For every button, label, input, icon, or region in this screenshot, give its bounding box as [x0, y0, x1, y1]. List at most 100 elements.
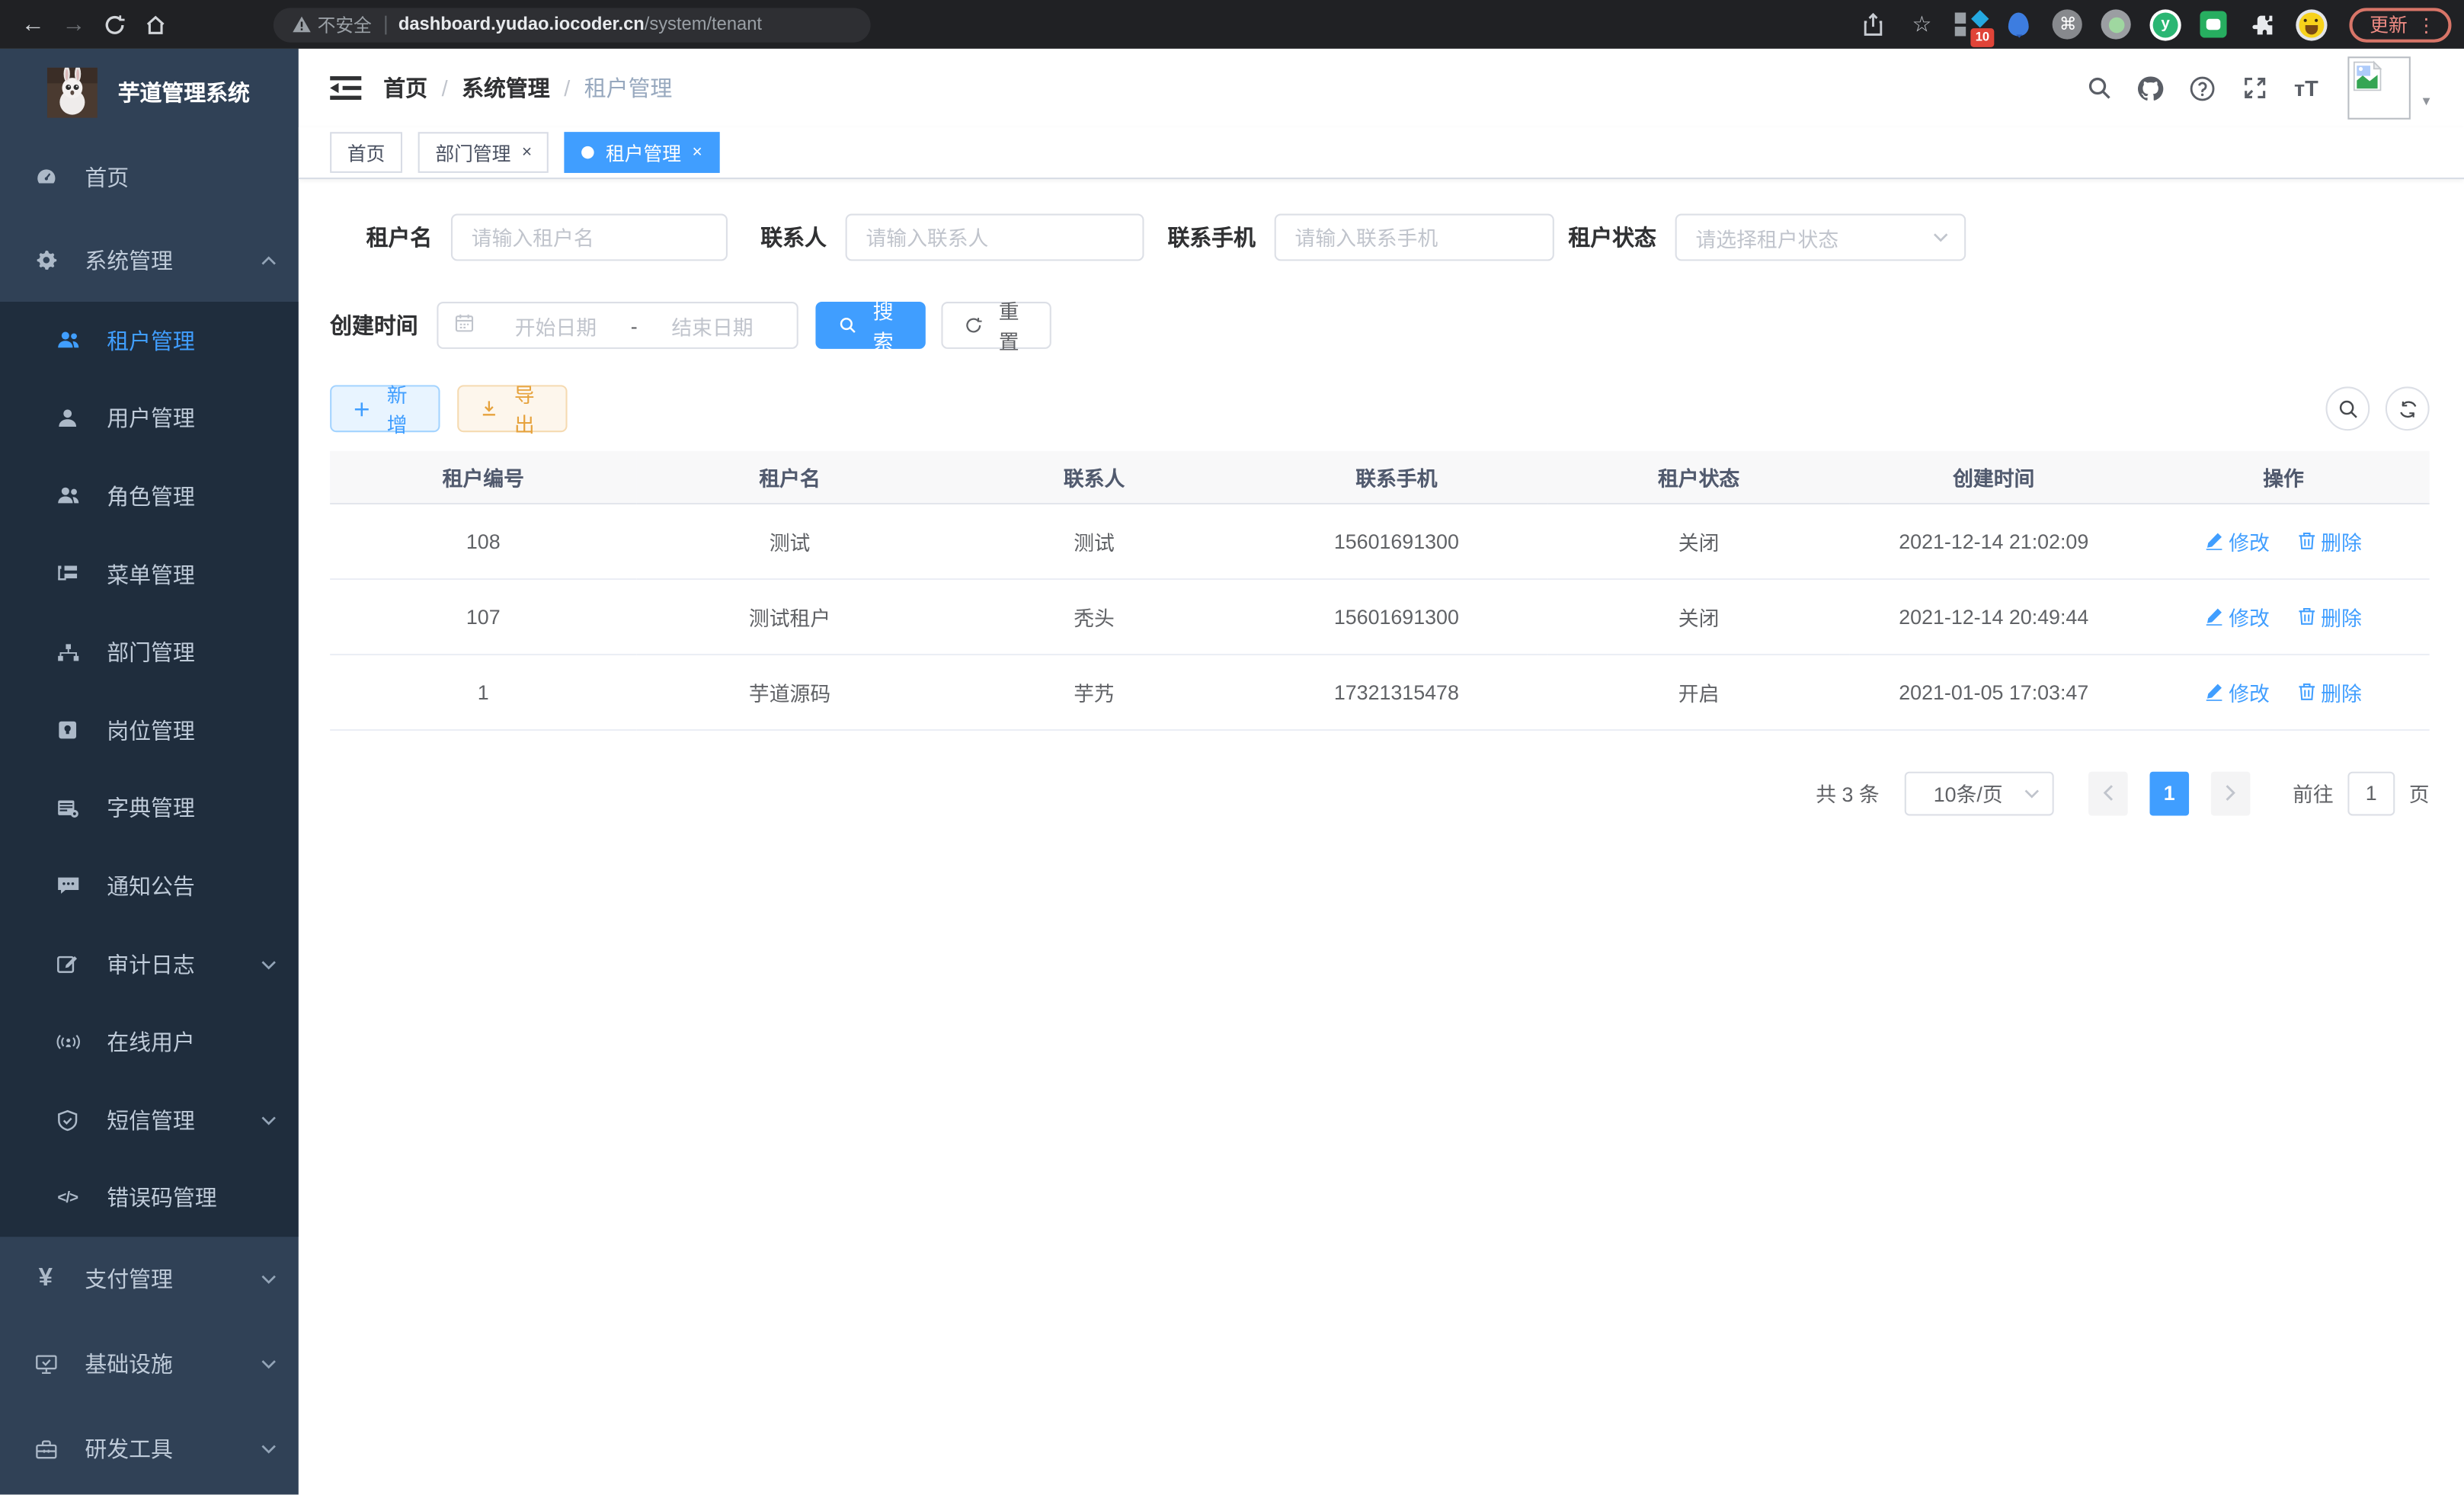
sidebar-item-devtools[interactable]: 研发工具 — [0, 1407, 299, 1491]
date-start-placeholder[interactable]: 开始日期 — [487, 310, 624, 340]
site-security[interactable]: 不安全 — [293, 11, 372, 37]
sidebar-item-dict[interactable]: 字典管理 — [0, 770, 299, 847]
tab-close-icon[interactable]: × — [692, 144, 702, 162]
goto-page-input[interactable] — [2347, 771, 2395, 815]
page-size-select[interactable]: 10条/页 — [1905, 771, 2054, 815]
tab-close-icon[interactable]: × — [522, 144, 532, 162]
status-select-placeholder: 请选择租户状态 — [1695, 222, 1838, 252]
sidebar-item-notice[interactable]: 通知公告 — [0, 847, 299, 925]
contact-input[interactable] — [846, 214, 1144, 261]
edit-link[interactable]: 修改 — [2205, 526, 2270, 555]
sidebar-item-audit-log[interactable]: 审计日志 — [0, 925, 299, 1003]
chevron-down-icon — [261, 1442, 277, 1458]
sidebar-item-pay[interactable]: ¥ 支付管理 — [0, 1237, 299, 1321]
reset-button[interactable]: 重置 — [941, 302, 1051, 349]
font-size-icon[interactable]: ᴛT — [2280, 68, 2332, 109]
next-page-button[interactable] — [2211, 771, 2251, 815]
log-edit-icon — [55, 954, 80, 975]
security-label: 不安全 — [318, 11, 372, 37]
browser-forward-icon[interactable]: → — [53, 4, 94, 45]
sidebar-item-infra[interactable]: 基础设施 — [0, 1322, 299, 1407]
pagination: 共 3 条 10条/页 1 前往 页 — [330, 771, 2430, 815]
sidebar-item-dept[interactable]: 部门管理 — [0, 613, 299, 691]
sidebar-item-online-user[interactable]: 在线用户 — [0, 1004, 299, 1081]
toggle-search-button[interactable] — [2326, 386, 2370, 431]
extension-balloon-icon[interactable] — [2002, 7, 2037, 41]
badge-icon — [55, 720, 80, 741]
magnifier-icon — [839, 316, 856, 335]
cell-tenant-id: 107 — [330, 578, 636, 654]
status-select[interactable]: 请选择租户状态 — [1675, 214, 1966, 261]
tab-tenant[interactable]: 租户管理 × — [565, 132, 719, 173]
caret-down-icon[interactable]: ▼ — [2420, 94, 2432, 108]
sidebar-item-tenant[interactable]: 租户管理 — [0, 302, 299, 379]
browser-back-icon[interactable]: ← — [13, 4, 54, 45]
extension-yuque-icon[interactable]: y — [2148, 7, 2182, 41]
refresh-table-button[interactable] — [2386, 386, 2430, 431]
sidebar-item-label: 角色管理 — [107, 481, 195, 512]
cell-tenant-id: 108 — [330, 503, 636, 578]
breadcrumb-section[interactable]: 系统管理 — [462, 72, 550, 104]
chevron-left-icon — [2103, 784, 2114, 802]
update-button[interactable]: 更新 ⋮ — [2349, 7, 2451, 41]
github-icon[interactable] — [2125, 68, 2177, 109]
calendar-icon — [454, 312, 475, 338]
org-chart-icon — [55, 642, 80, 663]
add-button[interactable]: 新增 — [330, 385, 440, 432]
mobile-input[interactable] — [1275, 214, 1554, 261]
app-logo[interactable]: 芋道管理系统 — [0, 49, 299, 135]
sidebar-item-user[interactable]: 用户管理 — [0, 379, 299, 457]
sidebar-item-errcode[interactable]: </> 错误码管理 — [0, 1159, 299, 1237]
share-icon[interactable] — [1856, 7, 1890, 41]
extension-command-icon[interactable]: ⌘ — [2051, 7, 2085, 41]
help-icon[interactable] — [2177, 68, 2229, 109]
sidebar-item-role[interactable]: 角色管理 — [0, 458, 299, 536]
tab-dept[interactable]: 部门管理 × — [418, 132, 549, 173]
fullscreen-icon[interactable] — [2229, 68, 2280, 109]
cell-contact: 测试 — [943, 503, 1246, 578]
tenant-name-input[interactable] — [451, 214, 728, 261]
bookmark-star-icon[interactable]: ☆ — [1905, 7, 1939, 41]
url-bar[interactable]: 不安全 dashboard.yudao.iocoder.cn/system/te… — [274, 7, 871, 41]
browser-toolbar: ← → 不安全 dashboard.yudao.iocoder.cn/syste… — [0, 0, 2464, 49]
mobile-label: 联系手机 — [1144, 222, 1275, 253]
sidebar-item-sms[interactable]: 短信管理 — [0, 1081, 299, 1159]
page-number-1[interactable]: 1 — [2149, 771, 2189, 815]
sidebar-item-menu[interactable]: 菜单管理 — [0, 536, 299, 613]
browser-menu-icon[interactable]: ⋮ — [2417, 14, 2436, 36]
table-header-row: 租户编号 租户名 联系人 联系手机 租户状态 创建时间 操作 — [330, 451, 2430, 503]
export-button[interactable]: 导出 — [457, 385, 567, 432]
edit-link[interactable]: 修改 — [2205, 601, 2270, 631]
browser-profile-avatar[interactable] — [2294, 7, 2328, 41]
delete-link[interactable]: 删除 — [2297, 526, 2362, 555]
search-button[interactable]: 搜索 — [815, 302, 925, 349]
date-end-placeholder[interactable]: 结束日期 — [644, 310, 781, 340]
chevron-up-icon — [261, 252, 277, 268]
tab-home[interactable]: 首页 — [330, 132, 402, 173]
header-search-icon[interactable] — [2073, 68, 2125, 109]
edit-link[interactable]: 修改 — [2205, 677, 2270, 706]
delete-link[interactable]: 删除 — [2297, 677, 2362, 706]
chevron-down-icon — [1933, 229, 1949, 245]
cell-tenant-name: 测试 — [636, 503, 942, 578]
delete-link[interactable]: 删除 — [2297, 601, 2362, 631]
breadcrumb-home[interactable]: 首页 — [383, 72, 427, 104]
sidebar-item-home[interactable]: 首页 — [0, 135, 299, 218]
sidebar-fold-icon[interactable] — [330, 75, 361, 101]
extension-chat-icon[interactable] — [2197, 7, 2231, 41]
browser-reload-icon[interactable] — [94, 4, 136, 45]
extension-recorder-icon[interactable] — [2099, 7, 2133, 41]
extensions-puzzle-icon[interactable] — [2245, 7, 2280, 41]
user-avatar[interactable] — [2348, 56, 2411, 120]
date-range-picker[interactable]: 开始日期 - 结束日期 — [437, 302, 798, 349]
chevron-down-icon — [261, 1272, 277, 1288]
prev-page-button[interactable] — [2088, 771, 2128, 815]
sidebar-item-system[interactable]: 系统管理 — [0, 219, 299, 302]
sidebar-item-post[interactable]: 岗位管理 — [0, 691, 299, 769]
browser-home-icon[interactable] — [135, 4, 176, 45]
contact-label: 联系人 — [728, 222, 846, 253]
chevron-right-icon — [2225, 784, 2235, 802]
table-row: 108 测试 测试 15601691300 关闭 2021-12-14 21:0… — [330, 503, 2430, 578]
extension-colorpick-icon[interactable]: 10 — [1954, 7, 1988, 41]
sidebar-item-label: 系统管理 — [85, 245, 173, 276]
